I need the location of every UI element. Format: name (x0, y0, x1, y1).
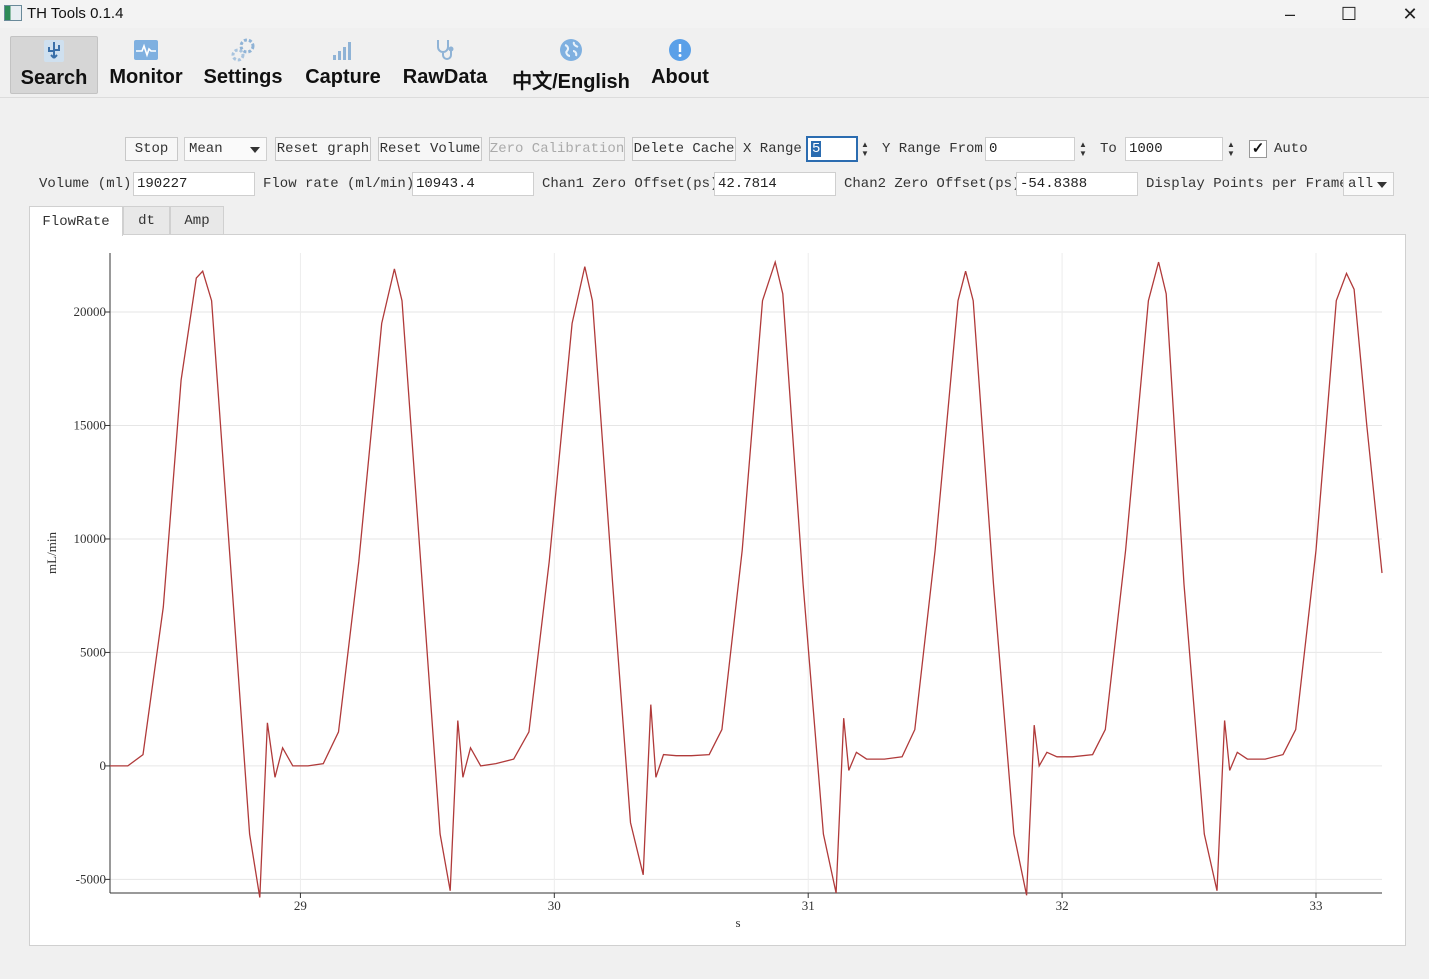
close-button[interactable]: ✕ (1382, 0, 1429, 28)
flowrate-chart: -5000 0 5000 10000 15000 20000 29 30 31 32 33 s mL… (44, 253, 1383, 930)
x-range-value: 5 (811, 141, 822, 157)
y-range-to-input[interactable]: 1000 (1125, 137, 1223, 161)
chan1-offset-field[interactable]: 42.7814 (714, 172, 836, 196)
mode-select-value: Mean (189, 141, 223, 157)
x-tick-label: 33 (1309, 898, 1322, 913)
y-axis-label: mL/min (44, 532, 59, 574)
mode-select[interactable]: Mean (184, 137, 267, 161)
y-tick-label: -5000 (76, 871, 106, 886)
minimize-button[interactable]: – (1262, 0, 1318, 28)
toolbar-rawdata-label: RawData (402, 66, 488, 88)
zero-calibration-button[interactable]: Zero Calibration (489, 137, 625, 161)
display-points-select[interactable]: all (1343, 172, 1394, 196)
tab-flowrate[interactable]: FlowRate (29, 206, 123, 236)
toolbar-about-label: About (651, 66, 709, 88)
volume-label: Volume (ml) (39, 176, 132, 192)
delete-cache-button[interactable]: Delete Cache (632, 137, 736, 161)
maximize-button[interactable]: ☐ (1321, 0, 1377, 28)
chart-grid (110, 253, 1382, 893)
globe-icon (557, 36, 585, 63)
chan1-offset-label: Chan1 Zero Offset(ps) (542, 176, 719, 192)
toolbar-language-label: 中文/English (512, 71, 630, 93)
info-icon (666, 36, 694, 64)
y-range-from-label: Y Range From (882, 141, 983, 157)
toolbar-capture-button[interactable]: Capture (299, 36, 387, 94)
chevron-down-icon (1377, 182, 1387, 188)
signal-bars-icon (329, 36, 357, 64)
title-bar: TH Tools 0.1.4 – ☐ ✕ (0, 0, 1429, 28)
x-tick-label: 30 (548, 898, 561, 913)
stethoscope-icon (431, 36, 459, 64)
chart-ticks: -5000 0 5000 10000 15000 20000 29 30 31 32 33 (74, 304, 1323, 913)
toolbar-capture-label: Capture (305, 66, 381, 88)
chevron-down-icon (250, 147, 260, 153)
flowrate-panel: -5000 0 5000 10000 15000 20000 29 30 31 32 33 s mL… (29, 234, 1406, 946)
y-tick-label: 10000 (74, 531, 107, 546)
x-axis-label: s (735, 915, 740, 930)
tab-dt[interactable]: dt (123, 206, 170, 235)
gears-icon (229, 36, 257, 64)
monitor-icon (132, 36, 160, 64)
toolbar-monitor-label: Monitor (109, 66, 183, 88)
x-range-input[interactable]: 5 (806, 136, 858, 162)
reset-volume-button[interactable]: Reset Volume (378, 137, 482, 161)
toolbar-search-label: Search (20, 67, 88, 89)
usb-icon (41, 37, 67, 65)
chan2-offset-field[interactable]: -54.8388 (1016, 172, 1138, 196)
y-range-to-stepper[interactable]: ▲ ▼ (1223, 137, 1239, 161)
tab-amp[interactable]: Amp (170, 206, 224, 235)
y-tick-label: 15000 (74, 417, 107, 432)
y-tick-label: 5000 (80, 644, 106, 659)
y-range-from-input[interactable]: 0 (985, 137, 1075, 161)
y-range-to-label: To (1100, 141, 1117, 157)
x-range-stepper[interactable]: ▲ ▼ (857, 137, 873, 161)
chan2-offset-label: Chan2 Zero Offset(ps) (844, 176, 1021, 192)
x-tick-label: 31 (802, 898, 815, 913)
app-icon (4, 5, 22, 21)
reset-graph-button[interactable]: Reset graph (275, 137, 371, 161)
auto-label: Auto (1274, 141, 1308, 157)
toolbar-language-button[interactable]: 中文/English (505, 36, 637, 94)
y-tick-label: 0 (100, 758, 107, 773)
window-title: TH Tools 0.1.4 (27, 5, 124, 22)
toolbar-monitor-button[interactable]: Monitor (104, 36, 188, 94)
y-range-from-stepper[interactable]: ▲ ▼ (1075, 137, 1091, 161)
auto-checkbox[interactable]: ✓ (1249, 140, 1267, 158)
x-range-label: X Range (743, 141, 802, 157)
toolbar-about-button[interactable]: About (646, 36, 714, 94)
volume-field[interactable]: 190227 (133, 172, 255, 196)
x-tick-label: 29 (294, 898, 307, 913)
x-tick-label: 32 (1056, 898, 1069, 913)
toolbar-settings-label: Settings (203, 66, 283, 88)
toolbar-search-button[interactable]: Search (10, 36, 98, 94)
toolbar-rawdata-button[interactable]: RawData (398, 36, 492, 94)
display-points-value: all (1348, 176, 1374, 192)
flow-rate-label: Flow rate (ml/min) (263, 176, 415, 192)
flow-rate-field[interactable]: 10943.4 (412, 172, 534, 196)
display-points-label: Display Points per Frame (1146, 176, 1348, 192)
toolbar-settings-button[interactable]: Settings (198, 36, 288, 94)
main-toolbar: Search Monitor Settings Capture RawData … (0, 28, 1429, 98)
stop-button[interactable]: Stop (125, 137, 178, 161)
y-tick-label: 20000 (74, 304, 107, 319)
